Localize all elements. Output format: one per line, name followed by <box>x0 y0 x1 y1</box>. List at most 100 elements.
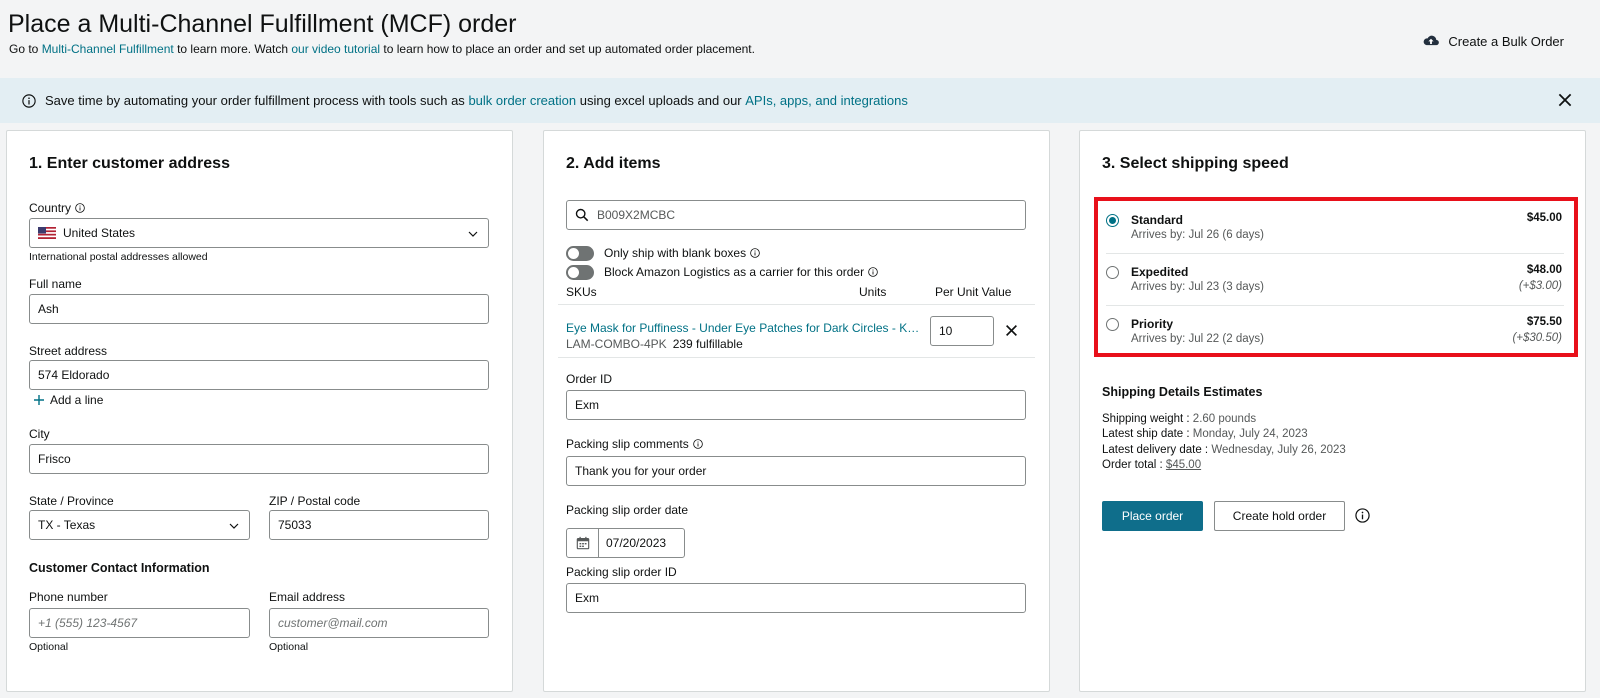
order-total-line: Order total : $45.00 <box>1102 459 1201 471</box>
packing-slip-id-input[interactable]: Exm <box>566 583 1026 613</box>
delivery-date-label: Latest delivery date : <box>1102 444 1209 456</box>
shipping-option-arrival: Arrives by: Jul 23 (3 days) <box>1131 281 1264 293</box>
place-order-button[interactable]: Place order <box>1102 501 1203 531</box>
automation-banner: Save time by automating your order fulfi… <box>0 78 1600 123</box>
create-bulk-order-button[interactable]: Create a Bulk Order <box>1422 32 1564 50</box>
info-icon[interactable] <box>868 267 878 277</box>
shipping-option-standard[interactable]: Standard Arrives by: Jul 26 (6 days) $45… <box>1098 201 1574 253</box>
full-name-input[interactable]: Ash <box>29 294 489 324</box>
email-label: Email address <box>269 590 346 604</box>
address-section-title: 1. Enter customer address <box>29 155 230 172</box>
packing-date-label: Packing slip order date <box>566 503 689 517</box>
delivery-date-value: Wednesday, July 26, 2023 <box>1211 444 1346 456</box>
blank-boxes-toggle[interactable] <box>566 246 594 261</box>
contact-section-title: Customer Contact Information <box>29 561 210 575</box>
calendar-icon <box>576 536 589 550</box>
chevron-down-icon <box>468 231 478 237</box>
search-icon <box>575 208 589 222</box>
item-search-input[interactable]: B009X2MCBC <box>566 200 1026 230</box>
shipping-option-price: $45.00 <box>1526 212 1562 224</box>
info-icon[interactable] <box>75 203 85 213</box>
estimates-title: Shipping Details Estimates <box>1102 385 1263 399</box>
expedited-radio[interactable] <box>1106 266 1119 279</box>
packing-comments-label: Packing slip comments <box>566 437 703 451</box>
shipping-option-priority[interactable]: Priority Arrives by: Jul 22 (2 days) $75… <box>1098 305 1574 357</box>
latest-ship-date-line: Latest ship date : Monday, July 24, 2023 <box>1102 428 1308 440</box>
subtitle-prefix: Go to <box>9 42 42 56</box>
bulk-order-creation-link[interactable]: bulk order creation <box>468 93 576 108</box>
city-input[interactable]: Frisco <box>29 444 489 474</box>
banner-prefix: Save time by automating your order fulfi… <box>45 93 465 108</box>
info-icon[interactable] <box>692 439 703 449</box>
latest-delivery-date-line: Latest delivery date : Wednesday, July 2… <box>1102 444 1346 456</box>
info-icon[interactable] <box>1355 508 1370 523</box>
calendar-button[interactable] <box>567 529 599 557</box>
customer-address-panel: 1. Enter customer address Country United… <box>6 130 513 692</box>
item-search-value: B009X2MCBC <box>597 208 676 222</box>
blank-boxes-text: Only ship with blank boxes <box>604 246 747 260</box>
apis-link[interactable]: APIs, apps, and integrations <box>745 93 908 108</box>
zip-label: ZIP / Postal code <box>269 494 361 508</box>
country-label-text: Country <box>29 201 72 215</box>
plus-icon <box>34 395 44 405</box>
video-tutorial-link[interactable]: our video tutorial <box>291 42 380 56</box>
country-select[interactable]: United States <box>29 218 489 248</box>
info-icon[interactable] <box>750 248 760 258</box>
packing-date-input[interactable]: 07/20/2023 <box>566 528 685 558</box>
blank-boxes-label: Only ship with blank boxes <box>604 246 760 260</box>
zip-input[interactable]: 75033 <box>269 510 489 540</box>
state-select[interactable]: TX - Texas <box>29 510 250 540</box>
shipping-option-delta: (+$3.00) <box>1518 280 1562 292</box>
phone-input[interactable]: +1 (555) 123-4567 <box>29 608 250 638</box>
block-amazon-logistics-label: Block Amazon Logistics as a carrier for … <box>604 265 878 279</box>
shipping-option-price: $48.00 <box>1526 264 1562 276</box>
chevron-down-icon <box>229 523 239 529</box>
order-id-input[interactable]: Exm <box>566 390 1026 420</box>
units-input[interactable]: 10 <box>930 316 994 346</box>
shipping-option-name: Standard <box>1131 213 1184 227</box>
shipping-option-arrival: Arrives by: Jul 26 (6 days) <box>1131 229 1264 241</box>
packing-comments-input[interactable]: Thank you for your order <box>566 456 1026 486</box>
create-hold-order-button[interactable]: Create hold order <box>1214 501 1345 531</box>
order-total-value[interactable]: $45.00 <box>1166 459 1201 471</box>
email-input[interactable]: customer@mail.com <box>269 608 489 638</box>
sku-code-text: LAM-COMBO-4PK <box>566 337 667 351</box>
banner-mid: using excel uploads and our <box>579 93 742 108</box>
street-address-input[interactable]: 574 Eldorado <box>29 360 489 390</box>
shipping-section-title: 3. Select shipping speed <box>1102 155 1289 172</box>
subtitle-mid: to learn more. Watch <box>173 42 292 56</box>
shipping-option-name: Expedited <box>1131 265 1189 279</box>
add-items-panel: 2. Add items B009X2MCBC Only ship with b… <box>543 130 1050 692</box>
block-amazon-logistics-toggle[interactable] <box>566 265 594 280</box>
packing-date-value: 07/20/2023 <box>606 536 667 550</box>
skus-column-header: SKUs <box>566 285 597 299</box>
order-total-label: Order total : <box>1102 459 1163 471</box>
country-label: Country <box>29 201 85 215</box>
remove-item-icon[interactable] <box>1005 324 1018 337</box>
email-hint: Optional <box>269 641 309 653</box>
phone-hint: Optional <box>29 641 69 653</box>
packing-slip-id-label: Packing slip order ID <box>566 565 677 579</box>
mcf-link[interactable]: Multi-Channel Fulfillment <box>42 42 174 56</box>
add-line-link[interactable]: Add a line <box>33 393 103 407</box>
subtitle-suffix: to learn how to place an order and set u… <box>380 42 755 56</box>
cloud-upload-icon <box>1424 35 1440 46</box>
shipping-option-name: Priority <box>1131 317 1174 331</box>
close-icon[interactable] <box>1556 91 1574 109</box>
order-id-label: Order ID <box>566 372 613 386</box>
units-column-header: Units <box>859 285 887 299</box>
shipping-option-price: $75.50 <box>1526 316 1562 328</box>
shipping-option-expedited[interactable]: Expedited Arrives by: Jul 23 (3 days) $4… <box>1098 253 1574 305</box>
sku-product-link[interactable]: Eye Mask for Puffiness - Under Eye Patch… <box>566 321 924 335</box>
standard-radio[interactable] <box>1106 214 1119 227</box>
country-hint: International postal addresses allowed <box>29 251 208 263</box>
sku-code: LAM-COMBO-4PK 239 fulfillable <box>566 337 743 351</box>
phone-label: Phone number <box>29 590 108 604</box>
shipping-option-delta: (+$30.50) <box>1512 332 1562 344</box>
ship-date-label: Latest ship date : <box>1102 428 1190 440</box>
full-name-label: Full name <box>29 277 82 291</box>
priority-radio[interactable] <box>1106 318 1119 331</box>
table-divider <box>558 357 1035 358</box>
info-icon <box>22 93 36 108</box>
table-divider <box>558 304 1035 305</box>
